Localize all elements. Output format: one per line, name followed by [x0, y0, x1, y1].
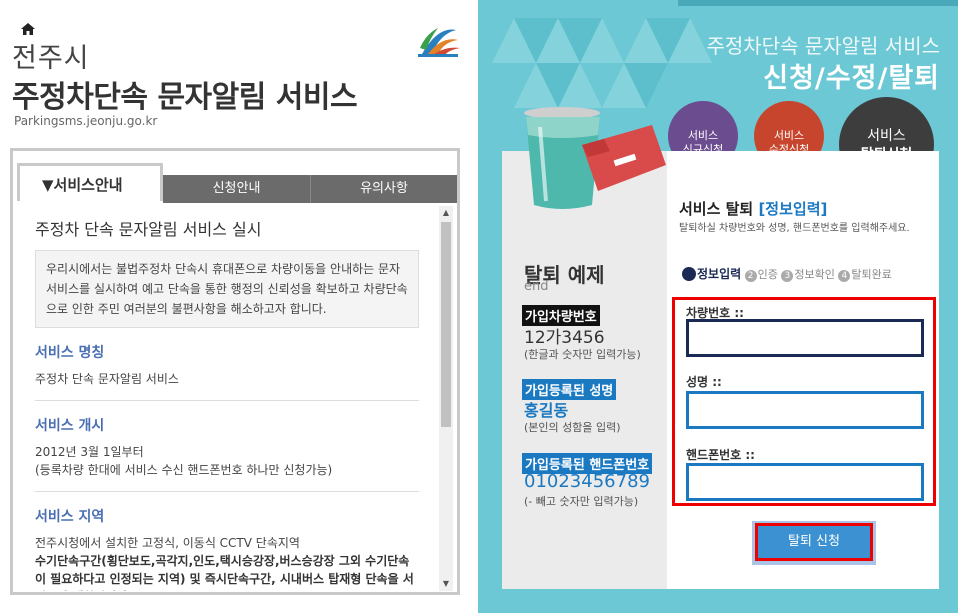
- section-title: 서비스 개시: [35, 418, 105, 434]
- example-end: end: [524, 279, 549, 294]
- example-phone-value: 01023456789: [524, 471, 650, 492]
- circle-label-line: 서비스: [867, 128, 906, 144]
- section-text: 주정차 단속 문자알림 서비스: [35, 372, 179, 386]
- step-number: 4: [838, 270, 851, 282]
- tab-apply-info[interactable]: 신청안내: [163, 175, 311, 203]
- step-indicator: 1 정보입력 2 인증 3 정보확인 4 탈퇴완료: [682, 265, 892, 282]
- example-panel: 탈퇴 예제 end 가입차량번호 12가3456 (한글과 숫자만 입력가능) …: [502, 151, 667, 589]
- section-title: 서비스 지역: [35, 509, 105, 525]
- step-number: 2: [744, 270, 757, 282]
- top-strip: [678, 0, 958, 6]
- step-label: 정보확인: [794, 268, 835, 281]
- form-description: 탈퇴하실 차량번호와 성명, 핸드폰번호를 입력해주세요.: [679, 223, 910, 234]
- example-name-hint: (본인의 성함을 입력): [524, 421, 621, 434]
- tab-content: 주정차 단속 문자알림 서비스 실시 우리시에서는 불법주정차 단속시 휴대폰으…: [25, 206, 433, 591]
- step-number: 3: [781, 270, 794, 282]
- form-title-highlight: [정보입력]: [758, 200, 828, 218]
- section-service-start: 서비스 개시 2012년 3월 1일부터 (등록차량 한대에 서비스 수신 핸드…: [35, 401, 419, 492]
- section-text: 2012년 3월 1일부터: [35, 445, 144, 459]
- section-bold-text: 수기단속구간(횡단보도,곡각지,인도,택시승강장,버스승강장 그외 수기단속이 …: [35, 554, 414, 591]
- example-phone-hint: (- 빼고 숫자만 입력가능): [524, 495, 639, 508]
- step-number: 1: [682, 267, 696, 281]
- example-name-value: 홍길동: [524, 401, 569, 420]
- content-heading: 주정차 단속 문자알림 서비스 실시: [35, 220, 262, 239]
- scroll-up-icon[interactable]: ▲: [439, 206, 453, 220]
- page-root: 전주시 주정차단속 문자알림 서비스 Parkingsms.jeonju.go.…: [0, 0, 958, 613]
- right-title: 신청/수정/탈퇴: [763, 63, 940, 94]
- car-number-input[interactable]: [686, 319, 924, 357]
- intro-text: 우리시에서는 불법주정차 단속시 휴대폰으로 차량이동을 안내하는 문자서비스를…: [35, 250, 419, 328]
- scroll-down-icon[interactable]: ▼: [439, 577, 453, 591]
- tab-service-info[interactable]: ▼서비스안내: [17, 163, 163, 201]
- city-logo-icon: [418, 28, 460, 57]
- scroll-thumb[interactable]: [441, 222, 451, 427]
- section-text: (등록차량 한대에 서비스 수신 핸드폰번호 하나만 신청가능): [35, 463, 333, 477]
- section-service-area: 서비스 지역 전주시청에서 설치한 고정식, 이동식 CCTV 단속지역 수기단…: [35, 492, 419, 591]
- tab-bar: ▼서비스안내 신청안내 유의사항: [13, 163, 457, 203]
- tab-container: ▼서비스안내 신청안내 유의사항 주정차 단속 문자알림 서비스 실시 우리시에…: [10, 148, 460, 595]
- form-title-prefix: 서비스 탈퇴: [679, 200, 759, 218]
- step-label: 정보입력: [697, 267, 742, 281]
- home-icon[interactable]: [20, 22, 36, 36]
- form-title: 서비스 탈퇴 [정보입력]: [679, 198, 827, 219]
- circle-label-line: 서비스: [687, 129, 719, 142]
- tab-notices[interactable]: 유의사항: [311, 175, 457, 203]
- name-input[interactable]: [686, 391, 924, 429]
- application-panel: 주정차단속 문자알림 서비스 신청/수정/탈퇴 서비스 신규신청 서비스 수정신…: [478, 0, 958, 613]
- phone-number-input[interactable]: [686, 463, 924, 501]
- right-subtitle: 주정차단속 문자알림 서비스: [706, 34, 940, 58]
- phone-number-label: 핸드폰번호 ::: [686, 448, 755, 462]
- site-url: Parkingsms.jeonju.go.kr: [14, 114, 158, 128]
- section-service-name: 서비스 명칭 주정차 단속 문자알림 서비스: [35, 328, 419, 401]
- withdraw-card: 탈퇴 예제 end 가입차량번호 12가3456 (한글과 숫자만 입력가능) …: [502, 107, 939, 589]
- name-label: 성명 ::: [686, 375, 722, 389]
- section-title: 서비스 명칭: [35, 345, 105, 361]
- example-car-value: 12가3456: [524, 328, 605, 348]
- content-scrollbar[interactable]: ▲ ▼: [439, 206, 453, 591]
- section-text: 전주시청에서 설치한 고정식, 이동식 CCTV 단속지역: [35, 536, 300, 550]
- city-name: 전주시: [12, 43, 90, 74]
- service-info-panel: 전주시 주정차단속 문자알림 서비스 Parkingsms.jeonju.go.…: [0, 0, 478, 613]
- page-title: 주정차단속 문자알림 서비스: [12, 80, 358, 115]
- withdraw-submit-button[interactable]: 탈퇴 신청: [755, 523, 873, 561]
- circle-label-line: 서비스: [773, 129, 805, 142]
- step-label: 탈퇴완료: [851, 268, 892, 281]
- step-label: 인증: [757, 268, 778, 281]
- trash-folder-icon: [524, 107, 666, 209]
- triangle-pattern-icon: [492, 18, 712, 108]
- example-car-hint: (한글과 숫자만 입력가능): [524, 348, 641, 361]
